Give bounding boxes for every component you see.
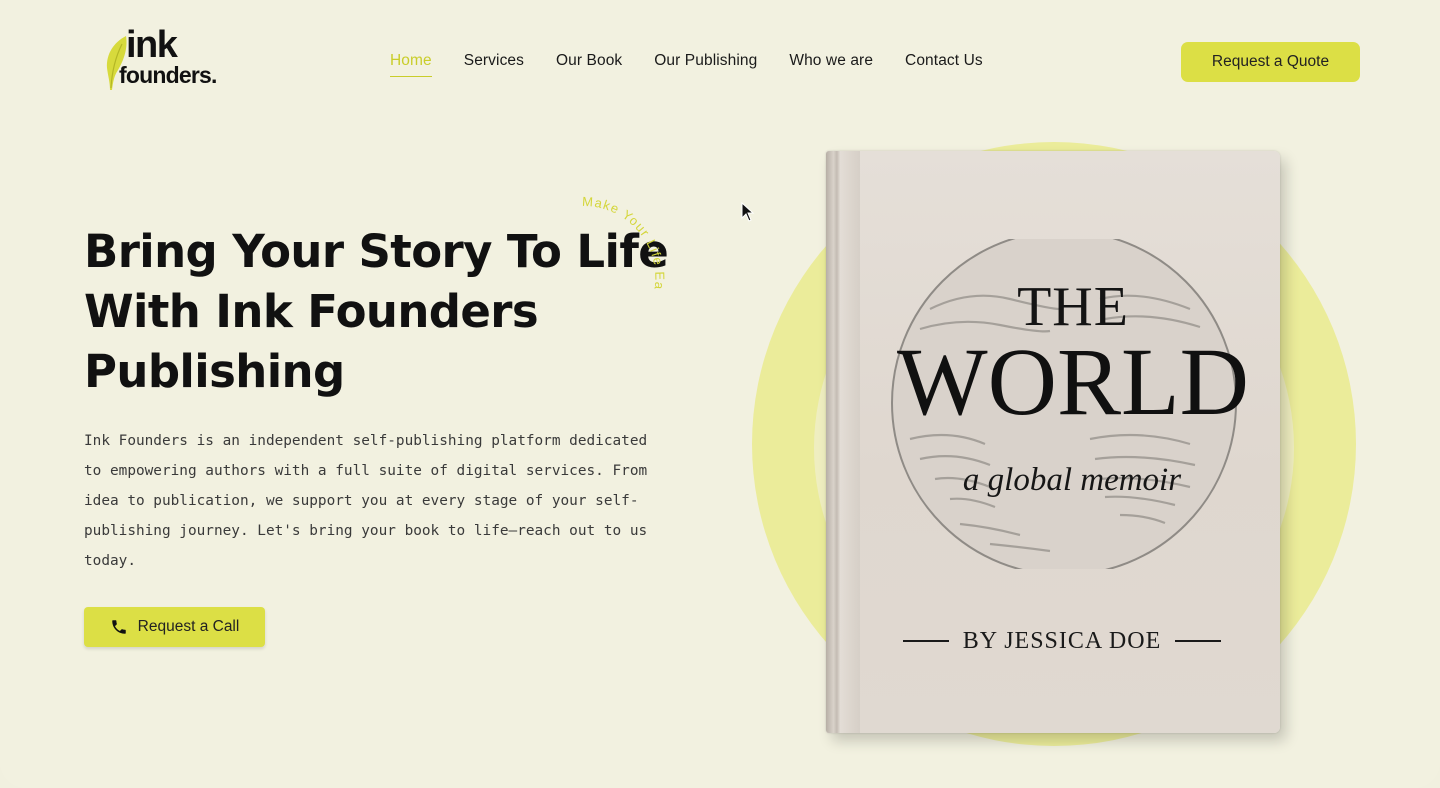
logo-text-founders: founders. (119, 62, 217, 88)
author-rule-right (1175, 640, 1222, 642)
curved-tagline-text: Make Your Life Easy (560, 180, 666, 291)
book-title-world: WORLD (897, 328, 1249, 435)
author-rule-left (902, 640, 949, 642)
book-spine (826, 151, 860, 733)
book-author-text: BY JESSICA DOE (962, 628, 1162, 654)
curved-tagline: Make Your Life Easy (560, 180, 667, 291)
nav-services[interactable]: Services (464, 52, 524, 77)
nav-who-we-are[interactable]: Who we are (789, 52, 873, 77)
book-author: BY JESSICA DOE (894, 629, 1230, 653)
hero-description: Ink Founders is an independent self-publ… (84, 433, 648, 569)
nav-our-book[interactable]: Our Book (556, 52, 622, 77)
book-title-the: THE (1017, 276, 1129, 338)
page: ink founders. Home Services Our Book Our… (0, 0, 1440, 788)
nav-our-publishing[interactable]: Our Publishing (654, 52, 757, 77)
book-cover: THE WORLD a global memoir BY JESSICA DOE (826, 151, 1280, 733)
hero-title-line-3: Publishing (84, 345, 345, 398)
nav-home[interactable]: Home (390, 52, 432, 77)
request-call-button[interactable]: Request a Call (84, 607, 265, 647)
nav-contact-us[interactable]: Contact Us (905, 52, 983, 77)
request-call-label: Request a Call (137, 618, 240, 635)
book-subtitle: a global memoir (962, 462, 1182, 498)
logo-text-ink: ink (126, 24, 178, 66)
request-quote-button[interactable]: Request a Quote (1181, 42, 1360, 82)
mouse-cursor-icon (741, 202, 755, 222)
svg-text:Make Your Life Easy: Make Your Life Easy (560, 180, 667, 291)
hero-title-line-2: With Ink Founders (84, 285, 539, 338)
main-nav: Home Services Our Book Our Publishing Wh… (390, 52, 1015, 77)
logo[interactable]: ink founders. (104, 26, 239, 94)
phone-icon (111, 620, 126, 634)
